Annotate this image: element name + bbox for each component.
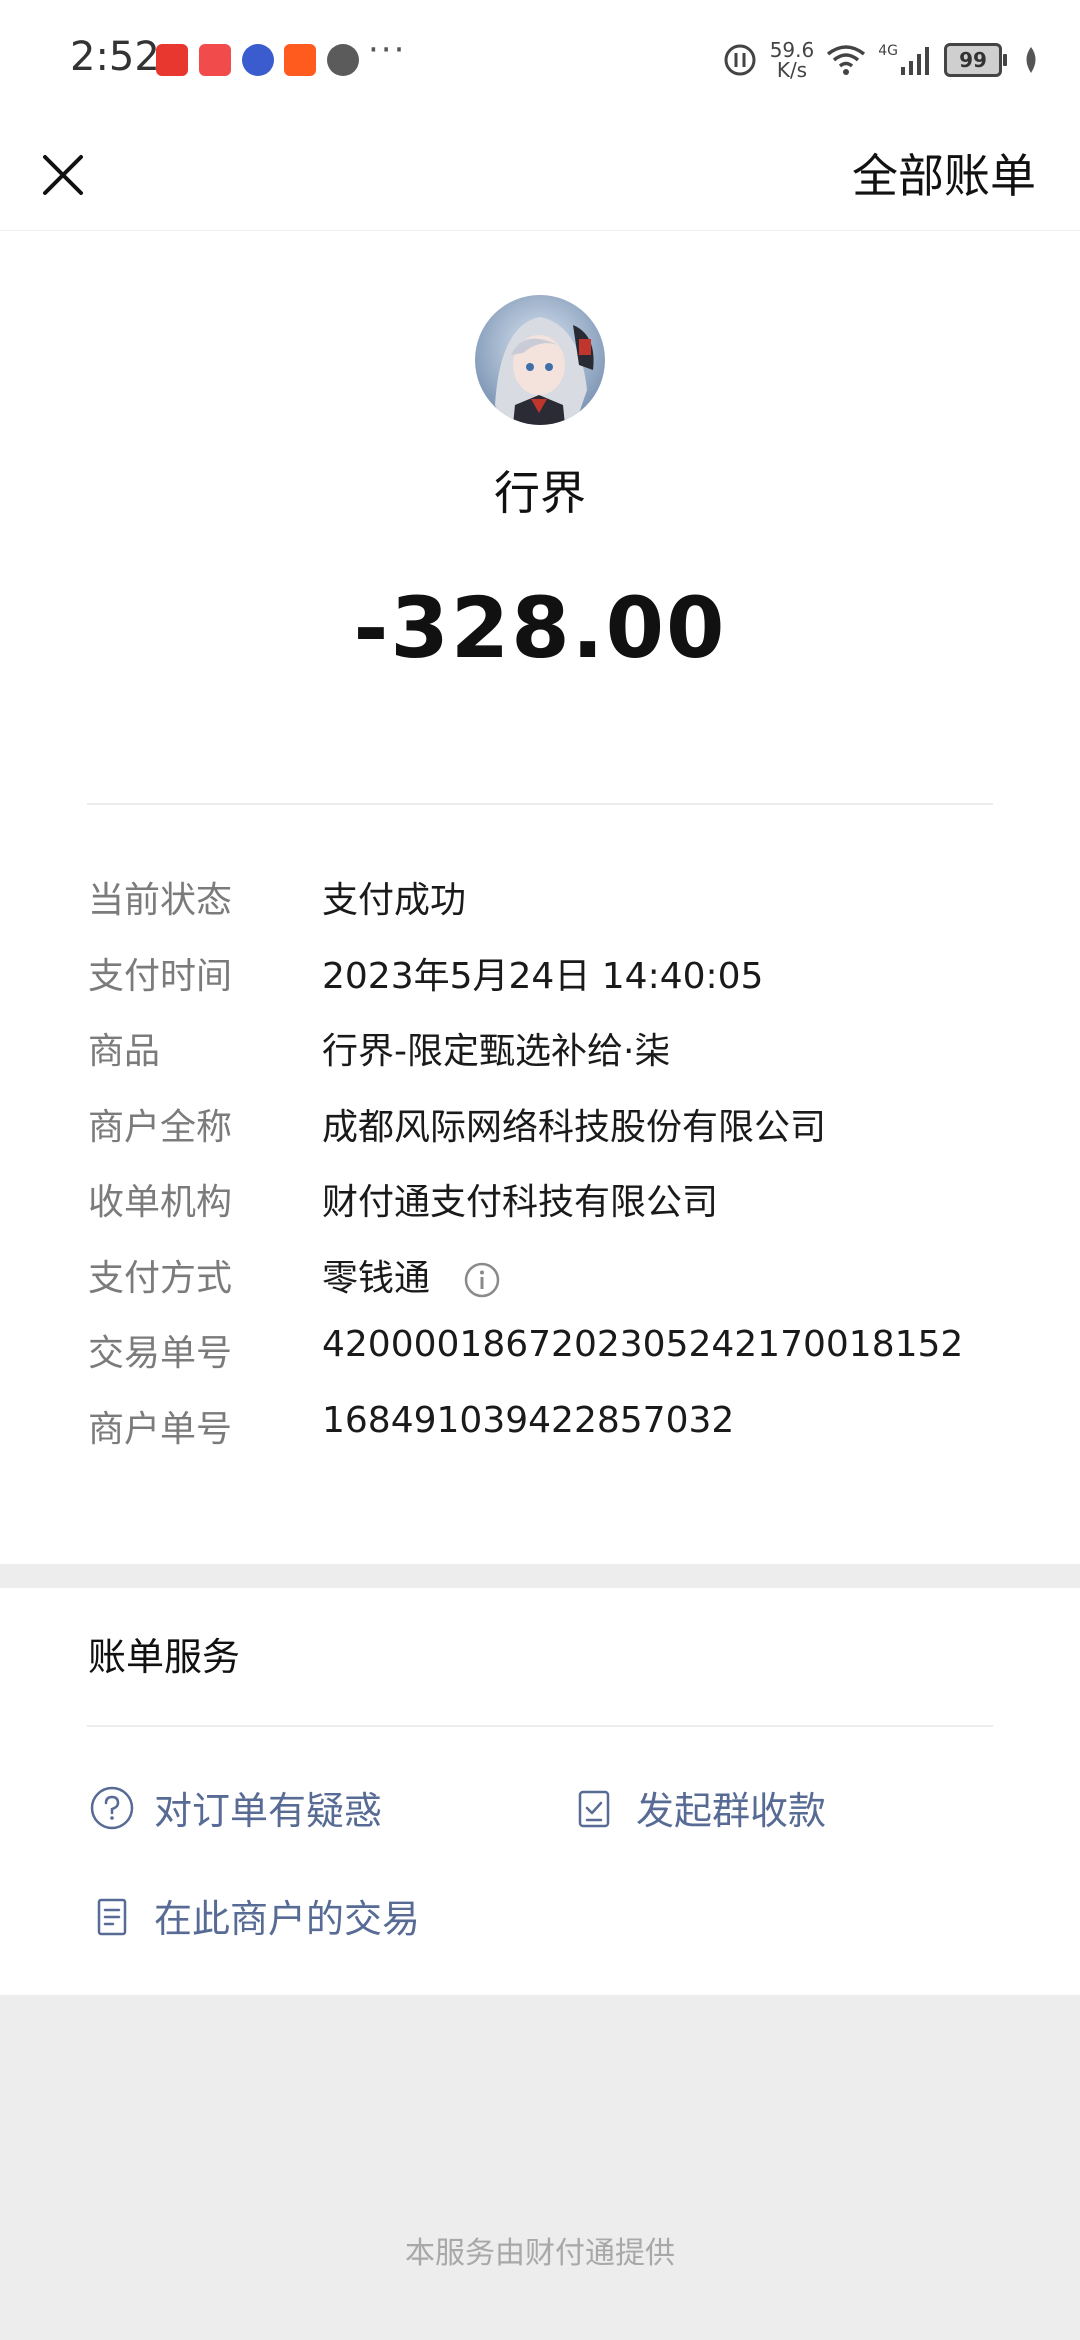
net-speed: 59.6 K/s	[769, 38, 815, 82]
leaf-icon	[1026, 47, 1036, 73]
footer-provider-note: 本服务由财付通提供	[405, 2236, 675, 2271]
data-saver-icon	[724, 44, 756, 76]
battery-icon: 99	[944, 43, 1007, 77]
detail-value: 4200001867202305242170018152	[322, 1324, 964, 1365]
payment-method-value: 零钱通	[322, 1258, 431, 1299]
detail-label: 支付方式	[88, 1258, 233, 1299]
detail-label: 支付时间	[88, 956, 233, 997]
detail-row-merchant-full-name: 商户全称 成都风际网络科技股份有限公司	[88, 1098, 1008, 1154]
close-icon	[43, 155, 83, 195]
detail-row-acquirer: 收单机构 财付通支付科技有限公司	[88, 1173, 1008, 1229]
detail-value: 支付成功	[322, 880, 467, 921]
taobao-app-icon	[284, 44, 316, 76]
section-title: 账单服务	[88, 1635, 241, 1679]
hongbao-app-icon	[156, 44, 188, 76]
detail-value: 成都风际网络科技股份有限公司	[322, 1107, 827, 1148]
divider	[87, 1725, 993, 1727]
divider	[87, 803, 993, 805]
notes-app-icon	[199, 44, 231, 76]
tieba-app-icon	[242, 44, 274, 76]
detail-label: 收单机构	[88, 1182, 233, 1223]
status-right-cluster: 59.6 K/s 4G 99	[722, 36, 1040, 84]
merchant-transactions-link[interactable]: 在此商户的交易	[88, 1888, 420, 1943]
bill-services-section: 账单服务 对订单有疑惑 发起群收款 在此商户的交易	[0, 1588, 1080, 1995]
detail-row-merchant-order-id: 商户单号 168491039422857032	[88, 1400, 1008, 1456]
detail-value: 零钱通	[322, 1249, 501, 1301]
question-icon	[90, 1786, 134, 1829]
detail-row-payment-method: 支付方式 零钱通	[88, 1249, 1008, 1305]
detail-row-status: 当前状态 支付成功	[88, 871, 1008, 927]
close-button[interactable]	[30, 142, 96, 208]
detail-value: 2023年5月24日 14:40:05	[322, 956, 764, 997]
status-time: 2:52	[70, 34, 160, 80]
detail-row-pay-time: 支付时间 2023年5月24日 14:40:05	[88, 947, 1008, 1003]
detail-row-transaction-id: 交易单号 4200001867202305242170018152	[88, 1324, 1008, 1380]
link-label: 在此商户的交易	[154, 1897, 421, 1941]
detail-label: 当前状态	[88, 880, 233, 921]
more-notifications-icon: ···	[368, 30, 407, 70]
detail-label: 商户单号	[88, 1409, 233, 1450]
merchant-avatar	[475, 295, 605, 425]
group-collect-link[interactable]: 发起群收款	[570, 1780, 826, 1835]
detail-row-product: 商品 行界-限定甄选补给·柒	[88, 1022, 1008, 1078]
transaction-card: 行界 -328.00 当前状态 支付成功 支付时间 2023年5月24日 14:…	[0, 231, 1080, 1564]
document-icon	[97, 1898, 127, 1935]
merchant-name: 行界	[494, 466, 586, 520]
link-label: 发起群收款	[636, 1789, 827, 1833]
detail-value: 168491039422857032	[322, 1400, 735, 1441]
detail-label: 交易单号	[88, 1333, 233, 1374]
detail-value: 行界-限定甄选补给·柒	[322, 1031, 671, 1072]
transaction-amount: -328.00	[353, 579, 727, 677]
nav-bar: 全部账单	[0, 120, 1080, 231]
detail-value: 财付通支付科技有限公司	[322, 1182, 719, 1223]
group-collect-icon	[578, 1790, 610, 1827]
detail-label: 商户全称	[88, 1107, 233, 1148]
wifi-icon	[827, 45, 866, 75]
order-question-link[interactable]: 对订单有疑惑	[88, 1780, 382, 1835]
signal-type: 4G	[878, 43, 898, 59]
section-gap	[0, 1564, 1080, 1588]
chat-bubble-icon	[327, 44, 359, 76]
status-bar: 2:52 ··· 59.6 K/s 4G 99	[0, 0, 1080, 120]
cell-signal-icon	[901, 47, 929, 75]
all-bills-button[interactable]: 全部账单	[852, 140, 1036, 206]
link-label: 对订单有疑惑	[154, 1789, 383, 1833]
info-icon[interactable]	[463, 1261, 501, 1299]
detail-label: 商品	[88, 1031, 161, 1072]
